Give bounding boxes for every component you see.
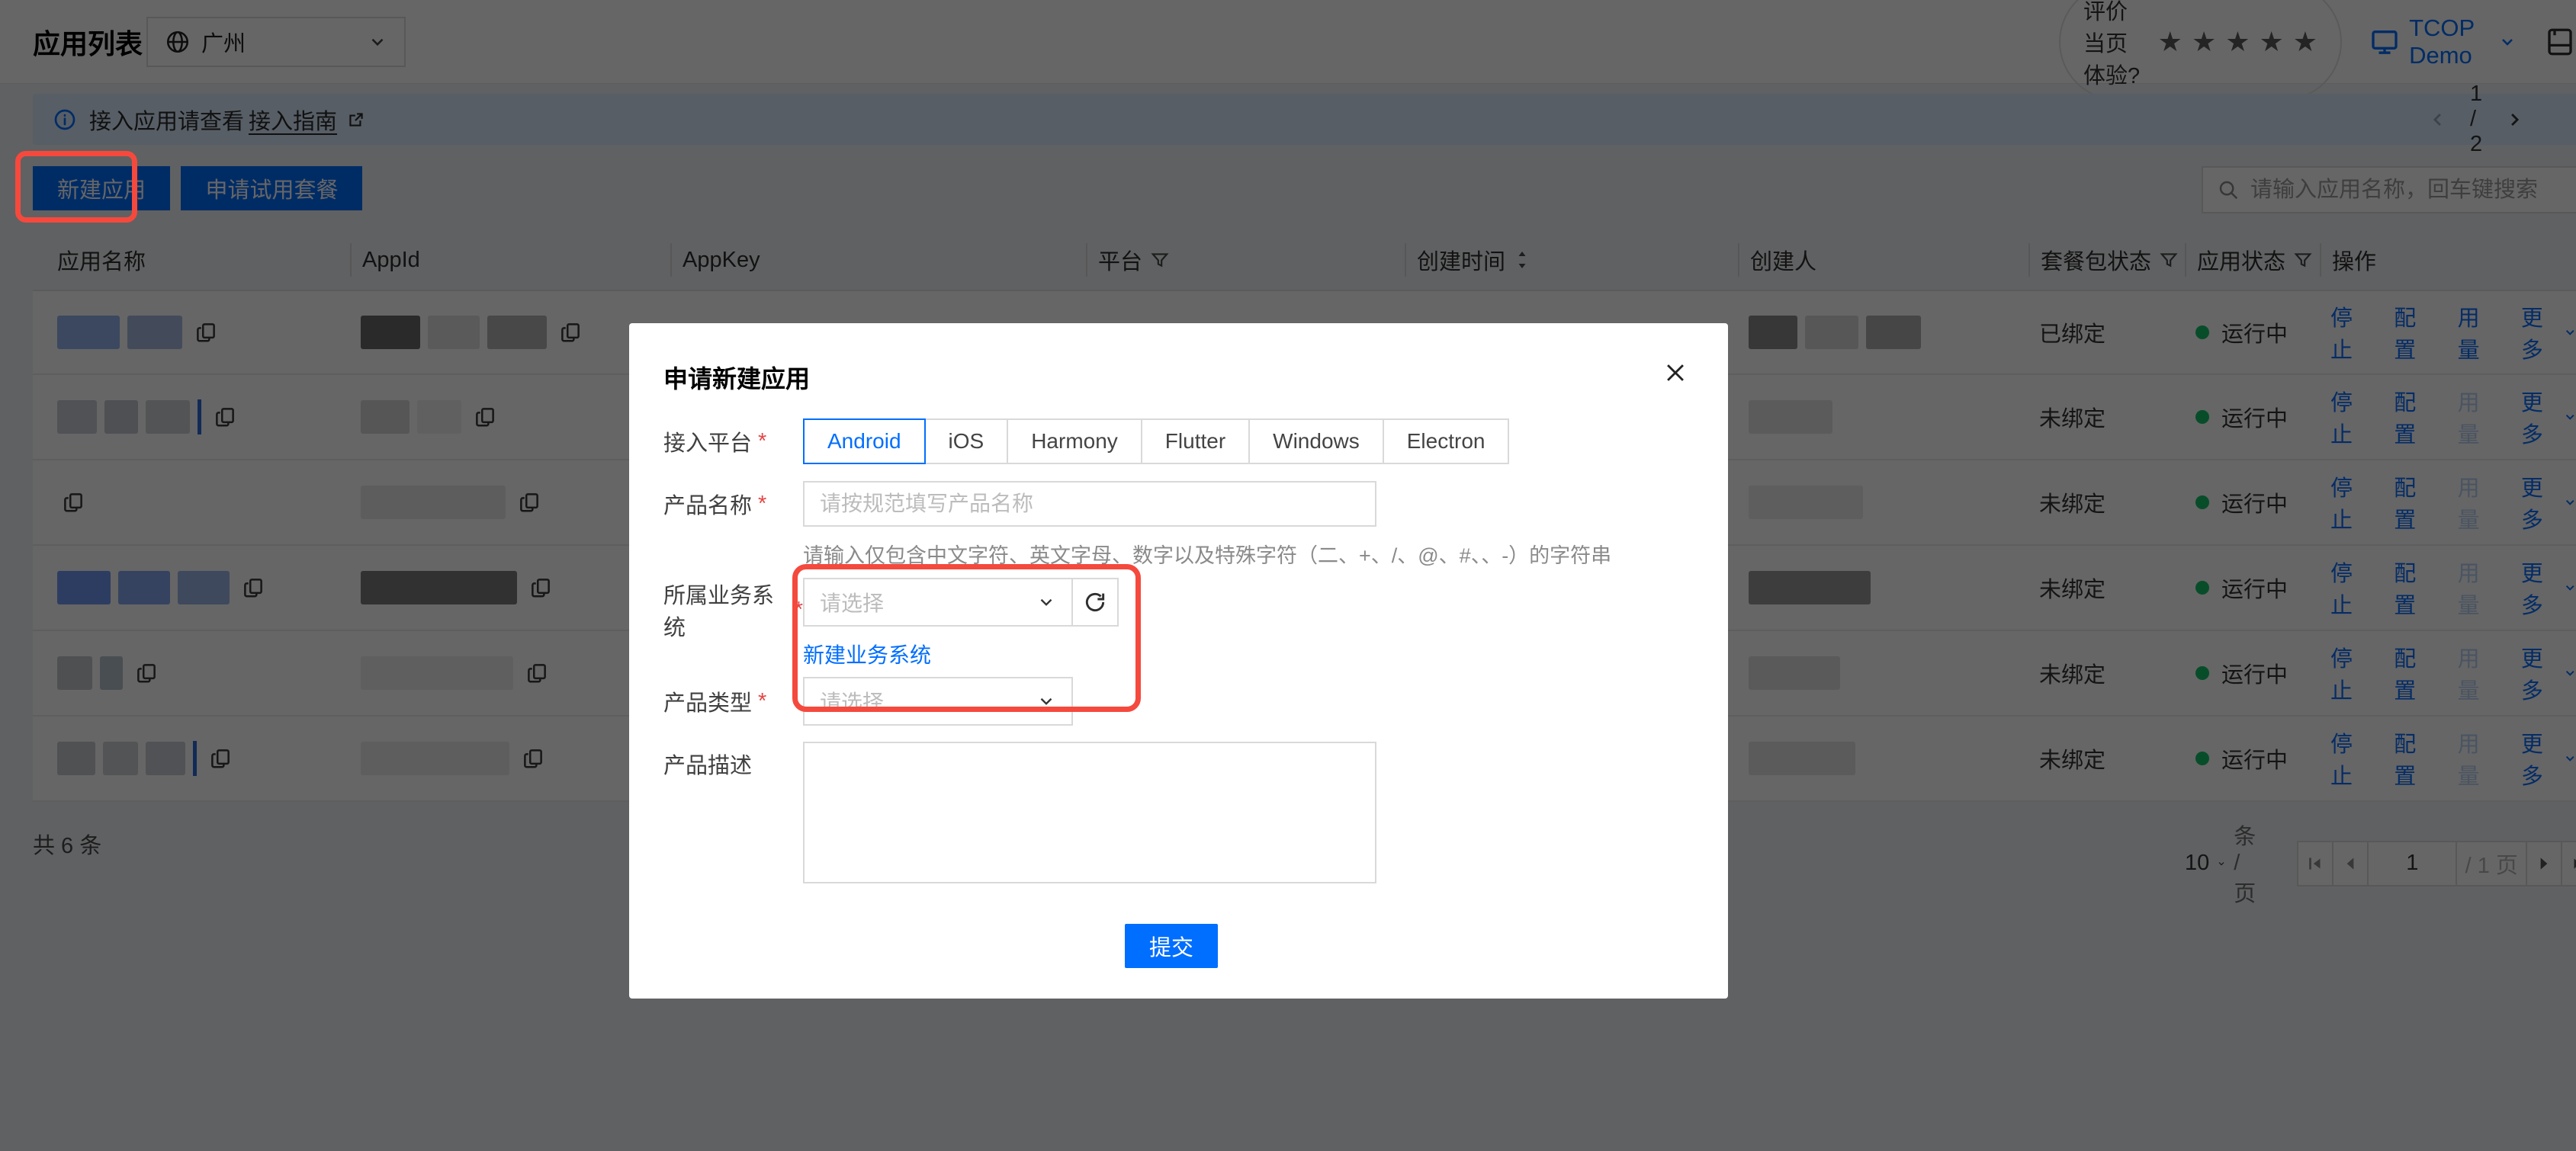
platform-field: 接入平台 * Android iOS Harmony Flutter Windows Ele… bbox=[663, 418, 1694, 464]
refresh-icon bbox=[1085, 592, 1105, 612]
required-asterisk: * bbox=[758, 688, 767, 713]
product-name-hint: 请输入仅包含中文字符、英文字母、数字以及特殊字符（二、+、/、@、#、、-）的字… bbox=[803, 544, 1612, 567]
required-asterisk: * bbox=[794, 597, 803, 622]
product-type-select[interactable]: 请选择 bbox=[803, 677, 1073, 726]
platform-tab-flutter[interactable]: Flutter bbox=[1140, 418, 1251, 464]
platform-label: 接入平台 * bbox=[663, 428, 767, 457]
create-app-modal: 申请新建应用 接入平台 * Android iOS Harmony Flutter Win… bbox=[629, 323, 1728, 999]
platform-tab-electron[interactable]: Electron bbox=[1382, 418, 1510, 464]
product-name-label: 产品名称 * bbox=[663, 491, 767, 519]
new-business-system-row: 新建业务系统 bbox=[663, 639, 1694, 669]
new-business-system-link[interactable]: 新建业务系统 bbox=[803, 639, 931, 669]
product-type-placeholder: 请选择 bbox=[820, 691, 885, 714]
chevron-down-icon bbox=[1036, 592, 1056, 612]
product-name-input[interactable] bbox=[803, 481, 1376, 527]
platform-tab-windows[interactable]: Windows bbox=[1248, 418, 1384, 464]
platform-tab-harmony[interactable]: Harmony bbox=[1007, 418, 1142, 464]
modal-close-icon[interactable] bbox=[1662, 360, 1688, 386]
product-type-field: 产品类型 * 请选择 bbox=[663, 677, 1694, 726]
modal-title: 申请新建应用 bbox=[663, 365, 811, 393]
product-type-label: 产品类型 * bbox=[663, 688, 767, 717]
required-asterisk: * bbox=[758, 428, 767, 454]
platform-tabs: Android iOS Harmony Flutter Windows Electron bbox=[803, 418, 1510, 464]
platform-tab-ios[interactable]: iOS bbox=[923, 418, 1009, 464]
refresh-button[interactable] bbox=[1071, 578, 1119, 627]
product-name-hint-row: 请输入仅包含中文字符、英文字母、数字以及特殊字符（二、+、/、@、#、、-）的字… bbox=[663, 539, 1694, 569]
product-desc-textarea[interactable] bbox=[803, 742, 1376, 883]
product-desc-label: 产品描述 bbox=[663, 754, 753, 778]
business-system-select[interactable]: 请选择 bbox=[803, 578, 1073, 627]
product-name-field: 产品名称 * bbox=[663, 481, 1694, 527]
business-system-field: 所属业务系统 * 请选择 bbox=[663, 578, 1694, 642]
submit-button[interactable]: 提交 bbox=[1125, 924, 1218, 968]
required-asterisk: * bbox=[758, 491, 767, 516]
product-desc-field: 产品描述 bbox=[663, 742, 1694, 883]
chevron-down-icon bbox=[1036, 691, 1056, 711]
business-system-label: 所属业务系统 * bbox=[663, 584, 803, 640]
business-system-placeholder: 请选择 bbox=[820, 592, 885, 615]
platform-tab-android[interactable]: Android bbox=[803, 418, 926, 464]
